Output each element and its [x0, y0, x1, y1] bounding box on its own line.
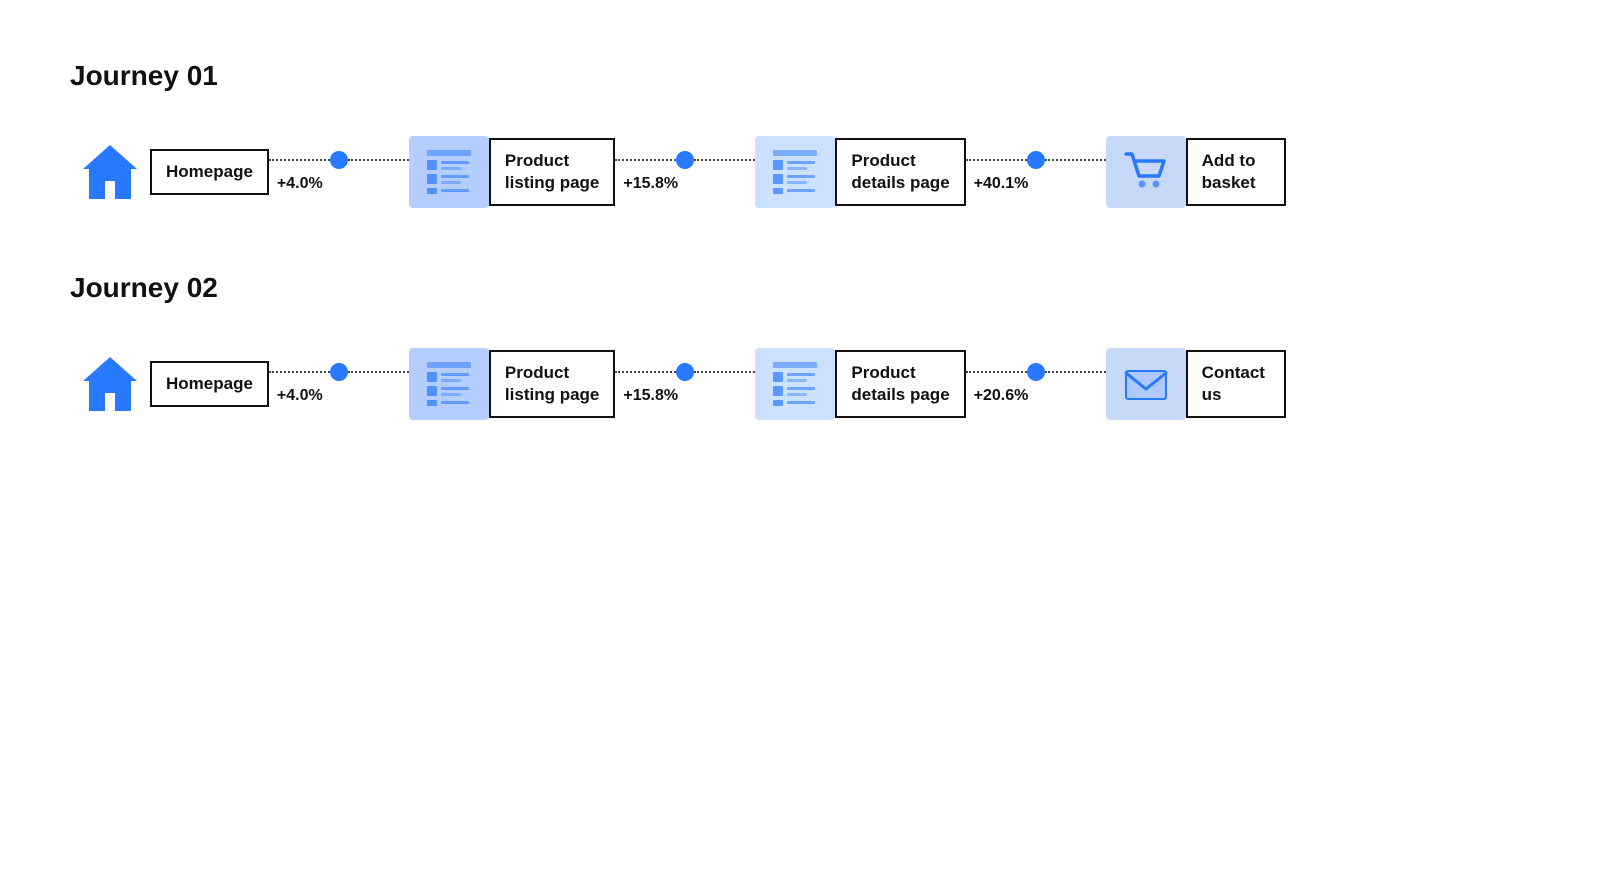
- listing-label-j1: Productlisting page: [489, 138, 615, 206]
- home-icon-j2: [70, 344, 150, 424]
- journey-01-flow: Homepage +4.0%: [70, 132, 1531, 212]
- connector-dot: [330, 151, 348, 169]
- listing-label-j2: Productlisting page: [489, 350, 615, 418]
- details-label-j1: Productdetails page: [835, 138, 965, 206]
- connector-dot: [676, 151, 694, 169]
- contact-label-j2: Contactus: [1186, 350, 1286, 418]
- step-details-j2: Productdetails page: [755, 348, 965, 420]
- step-details-j1: Productdetails page: [755, 136, 965, 208]
- home-label-j1: Homepage: [150, 149, 269, 195]
- basket-label-j1: Add tobasket: [1186, 138, 1286, 206]
- details-icon-j1: [755, 136, 835, 208]
- listing-icon-j2: [409, 348, 489, 420]
- journey-01-title: Journey 01: [70, 60, 1531, 92]
- pct-1-j2: +4.0%: [277, 387, 323, 405]
- journey-02-section: Journey 02 Homepage +4.0%: [70, 272, 1531, 424]
- pct-3-j2: +20.6%: [974, 387, 1029, 405]
- connector-dot: [1027, 151, 1045, 169]
- step-home-j2: Homepage: [70, 344, 269, 424]
- journey-02-flow: Homepage +4.0%: [70, 344, 1531, 424]
- connector-2-j2: +15.8%: [615, 363, 755, 405]
- home-label-j2: Homepage: [150, 361, 269, 407]
- journey-01-section: Journey 01 Homepage +4.0%: [70, 60, 1531, 212]
- step-listing-j2: Productlisting page: [409, 348, 615, 420]
- envelope-icon-j2: [1106, 348, 1186, 420]
- connector-3-j1: +40.1%: [966, 151, 1106, 193]
- connector-3-j2: +20.6%: [966, 363, 1106, 405]
- step-contact-j2: Contactus: [1106, 348, 1286, 420]
- connector-2-j1: +15.8%: [615, 151, 755, 193]
- connector-dot: [1027, 363, 1045, 381]
- pct-1-j1: +4.0%: [277, 175, 323, 193]
- connector-1-j1: +4.0%: [269, 151, 409, 193]
- step-home-j1: Homepage: [70, 132, 269, 212]
- connector-dot: [676, 363, 694, 381]
- pct-3-j1: +40.1%: [974, 175, 1029, 193]
- home-icon: [70, 132, 150, 212]
- listing-icon-j1: [409, 136, 489, 208]
- connector-dot: [330, 363, 348, 381]
- connector-1-j2: +4.0%: [269, 363, 409, 405]
- details-icon-j2: [755, 348, 835, 420]
- pct-2-j2: +15.8%: [623, 387, 678, 405]
- cart-icon-j1: [1106, 136, 1186, 208]
- pct-2-j1: +15.8%: [623, 175, 678, 193]
- journey-02-title: Journey 02: [70, 272, 1531, 304]
- details-label-j2: Productdetails page: [835, 350, 965, 418]
- step-basket-j1: Add tobasket: [1106, 136, 1286, 208]
- step-listing-j1: Productlisting page: [409, 136, 615, 208]
